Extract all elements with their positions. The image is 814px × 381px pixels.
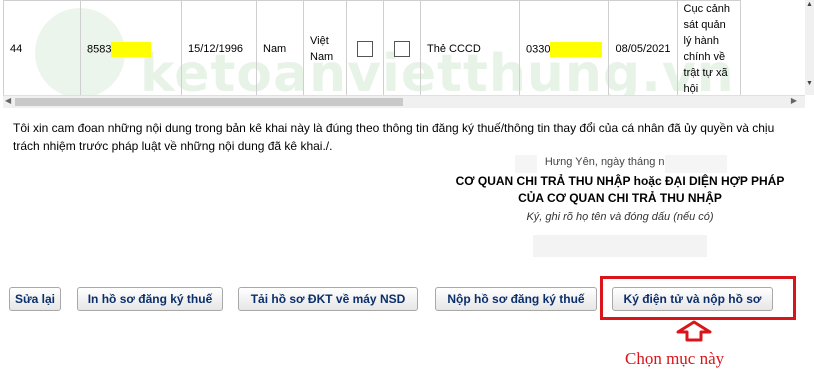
submit-button[interactable]: Nộp hồ sơ đăng ký thuế [435, 287, 597, 311]
redaction-highlight [111, 41, 152, 57]
tax-code-text: 8583 [87, 42, 112, 55]
redaction-mask [515, 155, 537, 173]
scroll-down-icon[interactable]: ▼ [806, 80, 813, 87]
cell-stt: 44 [3, 0, 81, 95]
id-number-text: 0330 [526, 42, 551, 55]
cell-tax-code: 8583 [80, 0, 182, 95]
checkbox-1[interactable] [357, 41, 373, 57]
cell-doc-type: Thẻ CCCD [420, 0, 520, 95]
signature-block: Hưng Yên, ngày tháng năm 20 CƠ QUAN CHI … [410, 155, 814, 257]
table-row: 44 8583 15/12/1996 Nam Việt Nam Thẻ CCCD… [3, 0, 741, 95]
registration-table: 44 8583 15/12/1996 Nam Việt Nam Thẻ CCCD… [0, 0, 805, 95]
cell-checkbox-2 [383, 0, 421, 95]
declaration-text: Tôi xin cam đoan những nội dung trong bả… [13, 121, 775, 153]
cell-checkbox-1 [346, 0, 384, 95]
print-button[interactable]: In hồ sơ đăng ký thuế [77, 287, 223, 311]
download-button[interactable]: Tải hồ sơ ĐKT về máy NSD [238, 287, 418, 311]
scroll-right-icon[interactable]: ▶ [791, 96, 797, 105]
up-arrow-icon [676, 320, 712, 342]
cell-nationality: Việt Nam [303, 0, 347, 95]
vertical-scrollbar[interactable]: ▲ ▼ [805, 0, 814, 95]
cell-issue-date: 08/05/2021 [608, 0, 678, 95]
scroll-left-icon[interactable]: ◀ [5, 96, 11, 105]
signature-title-1: CƠ QUAN CHI TRẢ THU NHẬP hoặc ĐẠI DIỆN H… [455, 174, 785, 188]
signature-note: Ký, ghi rõ họ tên và đóng dấu (nếu có) [526, 211, 714, 223]
scroll-up-icon[interactable]: ▲ [806, 1, 813, 8]
signature-area [533, 235, 707, 257]
edit-button[interactable]: Sửa lại [9, 287, 61, 311]
cell-id-number: 0330 [518, 0, 610, 95]
redaction-mask [665, 155, 727, 173]
registration-grid: 44 8583 15/12/1996 Nam Việt Nam Thẻ CCCD… [3, 0, 741, 95]
signature-title-2: CỦA CƠ QUAN CHI TRẢ THU NHẬP [518, 191, 722, 205]
checkbox-2[interactable] [394, 41, 410, 57]
cell-issue-place: Cục cảnh sát quản lý hành chính về trật … [676, 0, 741, 95]
horizontal-scrollbar[interactable]: ◀ ▶ [3, 95, 805, 108]
cell-sex: Nam [256, 0, 304, 95]
cell-dob: 15/12/1996 [181, 0, 257, 95]
redaction-highlight [550, 41, 603, 57]
signature-date-line: Hưng Yên, ngày tháng năm 20 [410, 155, 814, 173]
scrollbar-thumb[interactable] [15, 98, 403, 106]
annotation-label: Chọn mục này [625, 349, 725, 368]
annotation-highlight-box [600, 276, 796, 320]
